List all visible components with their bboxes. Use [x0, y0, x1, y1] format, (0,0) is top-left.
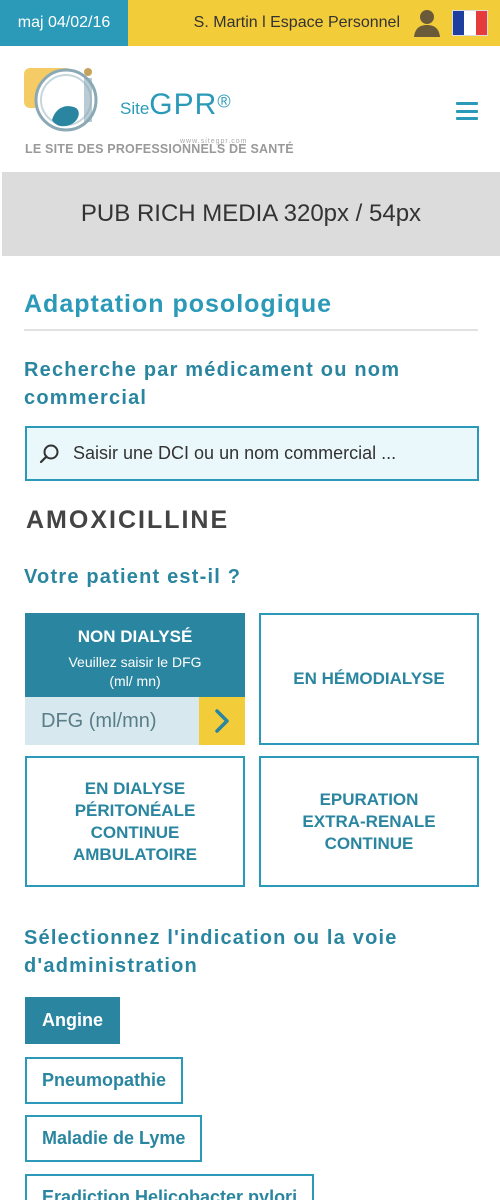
chevron-right-icon — [215, 709, 229, 733]
account-bar: S. Martin l Espace Personnel — [128, 0, 500, 46]
dfg-submit-button[interactable] — [199, 697, 245, 745]
ad-banner[interactable]: PUB RICH MEDIA 320px / 54px — [2, 172, 500, 256]
indication-pneumopathie[interactable]: Pneumopathie — [25, 1057, 184, 1104]
top-bar: maj 04/02/16 S. Martin l Espace Personne… — [0, 0, 500, 46]
site-header: SiteGPR® www.sitegpr.com LE SITE DES PRO… — [0, 46, 500, 172]
search-heading: Recherche par médicament ou nom commerci… — [24, 359, 401, 409]
personal-space-link[interactable]: S. Martin l Espace Personnel — [194, 14, 400, 32]
indication-helicobacter[interactable]: Eradiction Helicobacter pylori — [25, 1174, 315, 1200]
dfg-field[interactable] — [25, 697, 245, 745]
user-icon[interactable] — [412, 8, 442, 38]
title-divider — [24, 329, 478, 331]
site-logo[interactable]: SiteGPR® www.sitegpr.com — [22, 62, 282, 154]
dfg-input[interactable] — [25, 697, 199, 745]
option-epuration-extra-renale[interactable]: EPURATION EXTRA-RENALE CONTINUE — [259, 756, 479, 887]
brand-name: SiteGPR® — [120, 88, 231, 121]
patient-question: Votre patient est-il ? — [24, 566, 242, 588]
indication-maladie-de-lyme[interactable]: Maladie de Lyme — [25, 1115, 203, 1162]
search-box[interactable] — [25, 426, 479, 481]
search-input[interactable] — [73, 443, 473, 464]
option-hemodialyse[interactable]: EN HÉMODIALYSE — [259, 613, 479, 745]
site-tagline: LE SITE DES PROFESSIONNELS DE SANTÉ — [25, 142, 294, 156]
indication-heading: Sélectionnez l'indication ou la voie d'a… — [24, 927, 398, 977]
update-date: maj 04/02/16 — [0, 0, 128, 46]
hamburger-menu-icon[interactable] — [456, 102, 478, 120]
sitegpr-logo-mark — [24, 68, 98, 132]
option-non-dialyse-label: NON DIALYSÉ — [77, 627, 193, 646]
page-title: Adaptation posologique — [24, 290, 333, 318]
dfg-hint: Veuillez saisir le DFG (ml/ mn) — [68, 654, 202, 689]
option-non-dialyse[interactable]: NON DIALYSÉ Veuillez saisir le DFG (ml/ … — [25, 613, 245, 745]
option-dialyse-peritoneale[interactable]: EN DIALYSE PÉRITONÉALE CONTINUE AMBULATO… — [25, 756, 245, 887]
search-icon — [39, 444, 59, 463]
french-flag-icon[interactable] — [452, 10, 488, 36]
drug-name: AMOXICILLINE — [26, 506, 230, 534]
indication-angine[interactable]: Angine — [25, 997, 120, 1044]
